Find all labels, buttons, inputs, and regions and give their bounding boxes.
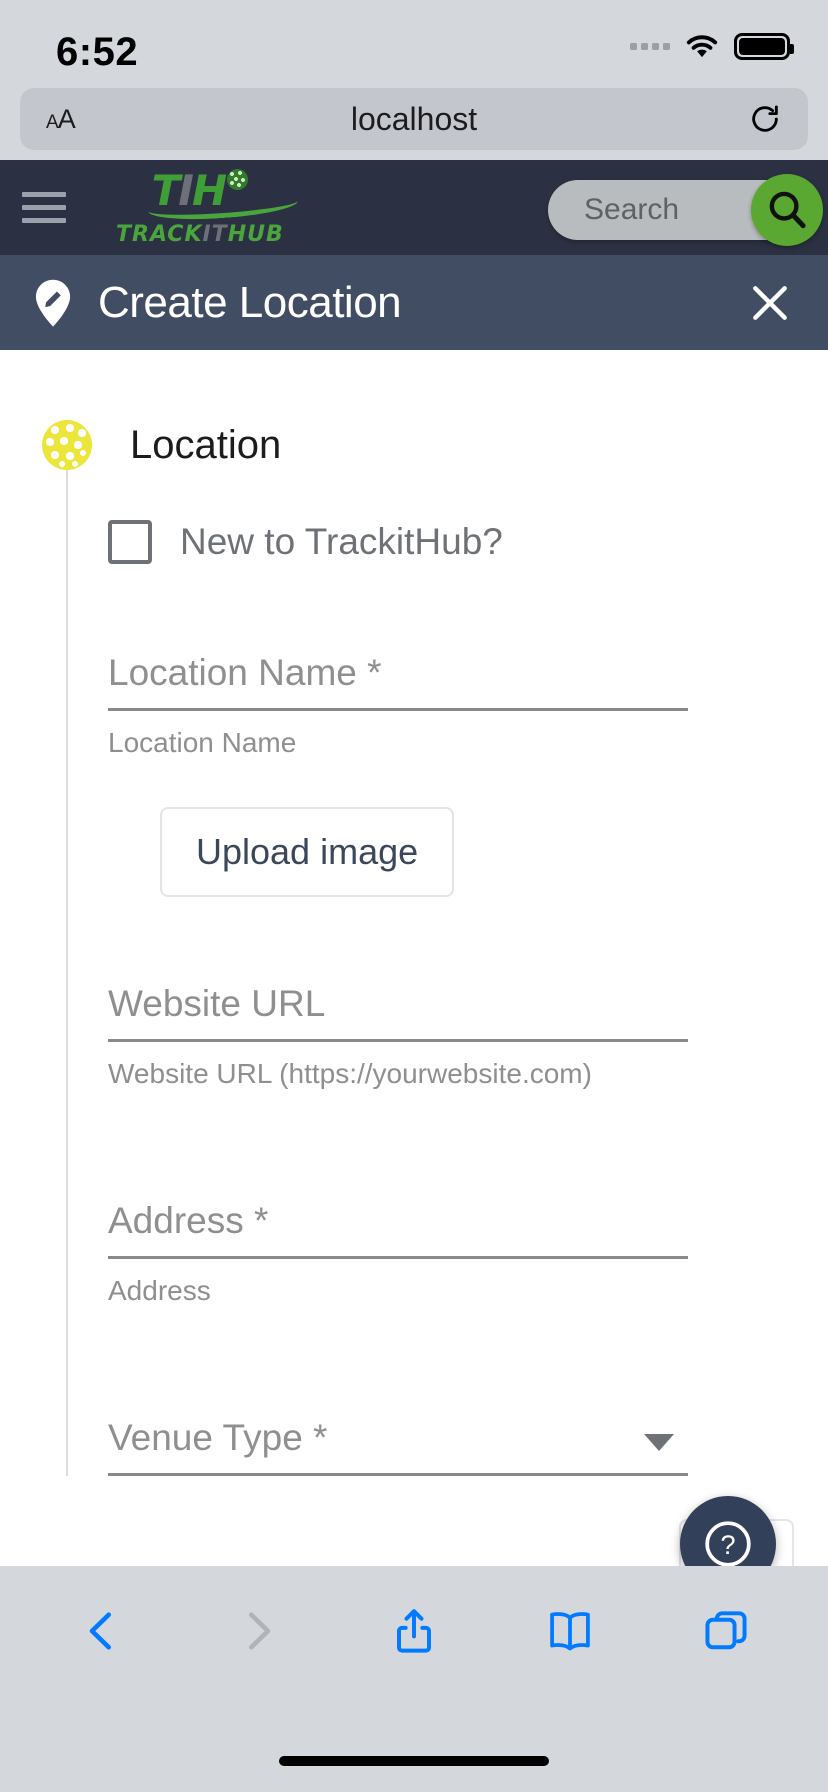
pickleball-icon bbox=[227, 169, 249, 190]
location-name-field: Location Name * Location Name bbox=[108, 652, 828, 759]
website-url-hint: Website URL (https://yourwebsite.com) bbox=[108, 1058, 592, 1089]
website-url-label: Website URL bbox=[108, 983, 326, 1024]
question-mark-help-icon: ? bbox=[705, 1521, 751, 1566]
close-x-icon[interactable] bbox=[748, 281, 792, 325]
browser-url-bar[interactable]: AA localhost bbox=[20, 88, 808, 150]
back-button[interactable] bbox=[57, 1586, 147, 1676]
form-section-title: Location bbox=[130, 422, 282, 467]
forward-chevron-icon bbox=[248, 1612, 271, 1650]
address-hint: Address bbox=[108, 1275, 211, 1306]
page-title-bar: Create Location bbox=[0, 255, 828, 350]
new-to-trackithub-row[interactable]: New to TrackitHub? bbox=[108, 520, 828, 564]
venue-type-select[interactable]: Venue Type * bbox=[108, 1417, 688, 1476]
logo-sub-it: IT bbox=[202, 222, 228, 247]
page-title: Create Location bbox=[98, 277, 402, 327]
tabs-icon bbox=[705, 1611, 747, 1650]
share-button[interactable] bbox=[369, 1586, 459, 1676]
search-button[interactable] bbox=[751, 174, 823, 246]
hamburger-menu-icon[interactable] bbox=[22, 192, 66, 223]
form-section-body: New to TrackitHub? Location Name * Locat… bbox=[66, 470, 828, 1476]
svg-text:?: ? bbox=[720, 1529, 735, 1560]
back-chevron-icon bbox=[89, 1612, 112, 1650]
upload-image-row: Upload image bbox=[160, 807, 828, 897]
venue-type-label: Venue Type * bbox=[108, 1417, 328, 1458]
safari-toolbar-icons bbox=[0, 1566, 828, 1696]
wifi-icon bbox=[686, 35, 718, 58]
status-indicators bbox=[630, 32, 794, 60]
cellular-dots-icon bbox=[630, 42, 670, 50]
trackithub-logo[interactable]: TIH TRACKITHUB bbox=[116, 169, 299, 246]
location-pin-edit-icon bbox=[35, 279, 71, 327]
app-header: TIH TRACKITHUB Search bbox=[0, 160, 828, 255]
venue-type-field: Venue Type * bbox=[108, 1417, 828, 1476]
address-field: Address * Address bbox=[108, 1200, 828, 1307]
website-url-field: Website URL Website URL (https://yourweb… bbox=[108, 983, 828, 1090]
address-label: Address * bbox=[108, 1200, 269, 1241]
status-clock: 6:52 bbox=[56, 30, 139, 74]
ios-status-bar: 6:52 AA localhost bbox=[0, 0, 828, 160]
logo-subtext: TRACKITHUB bbox=[116, 224, 284, 246]
share-icon bbox=[397, 1609, 431, 1653]
bookmarks-book-icon bbox=[550, 1612, 590, 1651]
logo-sub-hub: HUB bbox=[227, 222, 284, 247]
create-location-form: Location New to TrackitHub? Location Nam… bbox=[0, 350, 828, 1566]
form-section-header: Location bbox=[0, 350, 828, 470]
website-url-input[interactable]: Website URL bbox=[108, 983, 688, 1042]
logo-wordmark: TIH bbox=[146, 169, 299, 224]
search-area: Search bbox=[548, 174, 823, 246]
search-magnifier-icon bbox=[769, 191, 806, 229]
chevron-down-icon[interactable] bbox=[644, 1434, 674, 1451]
address-input[interactable]: Address * bbox=[108, 1200, 688, 1259]
reload-icon[interactable] bbox=[748, 102, 782, 136]
safari-bottom-toolbar bbox=[0, 1566, 828, 1792]
url-text: localhost bbox=[350, 100, 478, 137]
location-name-label: Location Name * bbox=[108, 652, 382, 693]
new-to-trackithub-label: New to TrackitHub? bbox=[180, 521, 503, 562]
location-name-hint: Location Name bbox=[108, 727, 297, 758]
battery-full-icon bbox=[734, 32, 794, 60]
tabs-button[interactable] bbox=[681, 1586, 771, 1676]
forward-button[interactable] bbox=[213, 1586, 303, 1676]
location-name-input[interactable]: Location Name * bbox=[108, 652, 688, 711]
help-button[interactable]: ? bbox=[680, 1496, 776, 1566]
pickleball-icon bbox=[42, 420, 92, 470]
logo-sub-track: TRACK bbox=[116, 222, 203, 247]
new-to-trackithub-checkbox[interactable] bbox=[108, 520, 152, 564]
upload-image-button[interactable]: Upload image bbox=[160, 807, 455, 897]
bookmarks-button[interactable] bbox=[525, 1586, 615, 1676]
home-indicator bbox=[279, 1756, 549, 1766]
